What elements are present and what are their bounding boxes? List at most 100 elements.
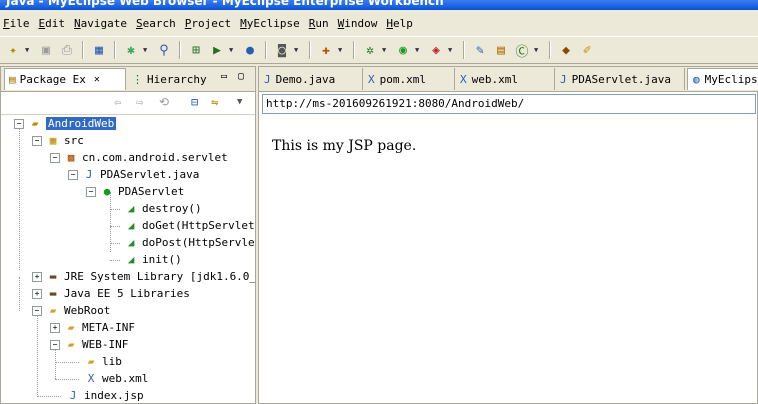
tree-item-label: doGet(HttpServletR bbox=[142, 219, 255, 232]
server-dropdown-icon[interactable]: ▼ bbox=[229, 46, 236, 54]
tab-demo-java[interactable]: J Demo.java bbox=[259, 68, 363, 90]
expand-toggle-icon[interactable]: + bbox=[32, 288, 42, 299]
screenshot-dropdown-icon[interactable]: ▼ bbox=[294, 46, 301, 54]
new-project-wizard-icon[interactable]: ✱ bbox=[122, 41, 140, 59]
menu-file[interactable]: File bbox=[3, 17, 30, 30]
xml-file-icon: X bbox=[460, 72, 467, 86]
package-explorer-view: ▤ Package Ex ✕ ⋮ Hierarchy ▭ ▢ ⇦ ⇨ ⟲ ⊟ ⇋… bbox=[0, 66, 256, 404]
tree-item-method[interactable]: ◢ doGet(HttpServletR bbox=[123, 217, 255, 234]
open-type-icon[interactable]: ⚲ bbox=[155, 41, 173, 59]
tree-item-label: init() bbox=[142, 253, 182, 266]
minimize-icon[interactable]: ▭ bbox=[221, 71, 227, 82]
tree-item-androidweb[interactable]: − ▰ AndroidWeb bbox=[14, 115, 117, 132]
menu-run[interactable]: Run bbox=[309, 17, 329, 30]
tree-item-pdaservlet-java[interactable]: − J PDAServlet.java bbox=[68, 166, 199, 183]
browser-page-text: This is my JSP page. bbox=[272, 138, 417, 154]
tree-item-method[interactable]: ◢ destroy() bbox=[123, 200, 202, 217]
external-tools-icon[interactable]: ◈ bbox=[427, 41, 445, 59]
tree-item-lib[interactable]: ▰ lib bbox=[83, 353, 122, 370]
perspective-dropdown-icon[interactable]: ▼ bbox=[338, 46, 345, 54]
new-class-dropdown-icon[interactable]: ▼ bbox=[534, 46, 541, 54]
run-server-icon[interactable]: ▶ bbox=[208, 41, 226, 59]
collapse-toggle-icon[interactable]: − bbox=[86, 186, 96, 197]
tree-item-jre-library[interactable]: + ▬ JRE System Library [jdk1.6.0_16 bbox=[32, 268, 255, 285]
run-dropdown-icon[interactable]: ▼ bbox=[415, 46, 422, 54]
java-file-icon: J bbox=[85, 168, 93, 181]
close-icon[interactable]: ✕ bbox=[94, 74, 100, 85]
tree-item-web-inf[interactable]: − ▰ WEB-INF bbox=[50, 336, 128, 353]
screenshot-icon[interactable]: ◙ bbox=[273, 41, 291, 59]
tree-item-javaee-library[interactable]: + ▬ Java EE 5 Libraries bbox=[32, 285, 190, 302]
url-input[interactable]: http://ms-201609261921:8080/AndroidWeb/ bbox=[262, 94, 756, 114]
tree-item-src[interactable]: − ▦ src bbox=[32, 132, 84, 149]
tree-item-label: AndroidWeb bbox=[46, 117, 117, 130]
tree-item-web-xml[interactable]: X web.xml bbox=[83, 370, 149, 387]
menu-project[interactable]: Project bbox=[185, 17, 231, 30]
menu-window[interactable]: Window bbox=[338, 17, 378, 30]
menu-edit[interactable]: Edit bbox=[39, 17, 66, 30]
deploy-icon[interactable]: ⊞ bbox=[187, 41, 205, 59]
tree-item-label: PDAServlet.java bbox=[100, 168, 200, 181]
tab-myeclipse-browser[interactable]: ◍ MyEclips bbox=[687, 68, 758, 90]
tree-item-meta-inf[interactable]: + ▰ META-INF bbox=[50, 319, 135, 336]
maximize-icon[interactable]: ▢ bbox=[238, 71, 244, 82]
tab-hierarchy[interactable]: ⋮ Hierarchy bbox=[128, 68, 214, 90]
collapse-toggle-icon[interactable]: − bbox=[68, 169, 78, 180]
tree-item-index-jsp[interactable]: J index.jsp bbox=[65, 387, 144, 403]
forward-icon[interactable]: ⇨ bbox=[136, 95, 143, 109]
calendar-icon[interactable]: ▦ bbox=[90, 41, 108, 59]
save-icon[interactable]: ▣ bbox=[37, 41, 55, 59]
new-icon[interactable]: ✦ bbox=[4, 41, 22, 59]
web-browser-icon[interactable]: ● bbox=[241, 41, 259, 59]
collapse-toggle-icon[interactable]: − bbox=[50, 152, 60, 163]
tree-item-webroot[interactable]: − ▰ WebRoot bbox=[32, 302, 110, 319]
toolbar-separator bbox=[309, 41, 311, 59]
menu-myeclipse[interactable]: MyEclipse bbox=[240, 17, 300, 30]
collapse-toggle-icon[interactable]: − bbox=[50, 339, 60, 350]
expand-toggle-icon[interactable]: + bbox=[50, 322, 60, 333]
menu-help[interactable]: Help bbox=[386, 17, 413, 30]
menu-search[interactable]: Search bbox=[136, 17, 176, 30]
view-menu-icon[interactable]: ▼ bbox=[237, 97, 242, 107]
collapse-all-icon[interactable]: ⊟ bbox=[191, 95, 198, 109]
debug-icon[interactable]: ✲ bbox=[361, 41, 379, 59]
link-with-editor-icon[interactable]: ⇋ bbox=[211, 95, 218, 109]
debug-dropdown-icon[interactable]: ▼ bbox=[382, 46, 389, 54]
search-tool-icon[interactable]: ✐ bbox=[578, 41, 596, 59]
toolbar-separator bbox=[179, 41, 181, 59]
tab-package-explorer[interactable]: ▤ Package Ex ✕ bbox=[4, 68, 126, 90]
folder-icon: ▰ bbox=[67, 321, 75, 334]
tree-item-package[interactable]: − ▩ cn.com.android.servlet bbox=[50, 149, 228, 166]
print-icon[interactable]: ⎙ bbox=[58, 41, 76, 59]
toolbar-separator bbox=[353, 41, 355, 59]
tree-item-label: web.xml bbox=[102, 372, 149, 385]
expand-toggle-icon[interactable]: + bbox=[32, 271, 42, 282]
tree-item-method[interactable]: ◢ init() bbox=[123, 251, 182, 268]
menu-navigate[interactable]: Navigate bbox=[74, 17, 127, 30]
collapse-toggle-icon[interactable]: − bbox=[32, 305, 42, 316]
new-dropdown-icon[interactable]: ▼ bbox=[25, 46, 32, 54]
tree-item-method[interactable]: ◢ doPost(HttpServlet bbox=[123, 234, 255, 251]
menu-bar: File Edit Navigate Search Project MyEcli… bbox=[0, 12, 758, 34]
tab-pom-xml[interactable]: X pom.xml bbox=[363, 68, 455, 90]
tree-item-pdaservlet-class[interactable]: − ● PDAServlet bbox=[86, 183, 184, 200]
new-java-project-icon[interactable]: ✎ bbox=[471, 41, 489, 59]
toolbar-separator bbox=[114, 41, 116, 59]
up-icon[interactable]: ⟲ bbox=[159, 95, 169, 109]
open-perspective-icon[interactable]: ✚ bbox=[317, 41, 335, 59]
tab-label: pom.xml bbox=[379, 72, 426, 86]
toolbar-separator bbox=[463, 41, 465, 59]
external-tools-dropdown-icon[interactable]: ▼ bbox=[448, 46, 455, 54]
new-class-icon[interactable]: Ⓒ bbox=[513, 41, 531, 60]
collapse-toggle-icon[interactable]: − bbox=[14, 118, 24, 129]
tab-web-xml[interactable]: X web.xml bbox=[455, 68, 555, 90]
open-task-icon[interactable]: ◆ bbox=[557, 41, 575, 59]
toolbar-separator bbox=[82, 41, 84, 59]
tree-item-label: lib bbox=[102, 355, 122, 368]
wizard-dropdown-icon[interactable]: ▼ bbox=[143, 46, 150, 54]
collapse-toggle-icon[interactable]: − bbox=[32, 135, 42, 146]
new-package-icon[interactable]: ▤ bbox=[492, 41, 510, 59]
run-icon[interactable]: ◉ bbox=[394, 41, 412, 59]
tab-pdaservlet-java[interactable]: J PDAServlet.java bbox=[555, 68, 685, 90]
back-icon[interactable]: ⇦ bbox=[114, 95, 121, 109]
